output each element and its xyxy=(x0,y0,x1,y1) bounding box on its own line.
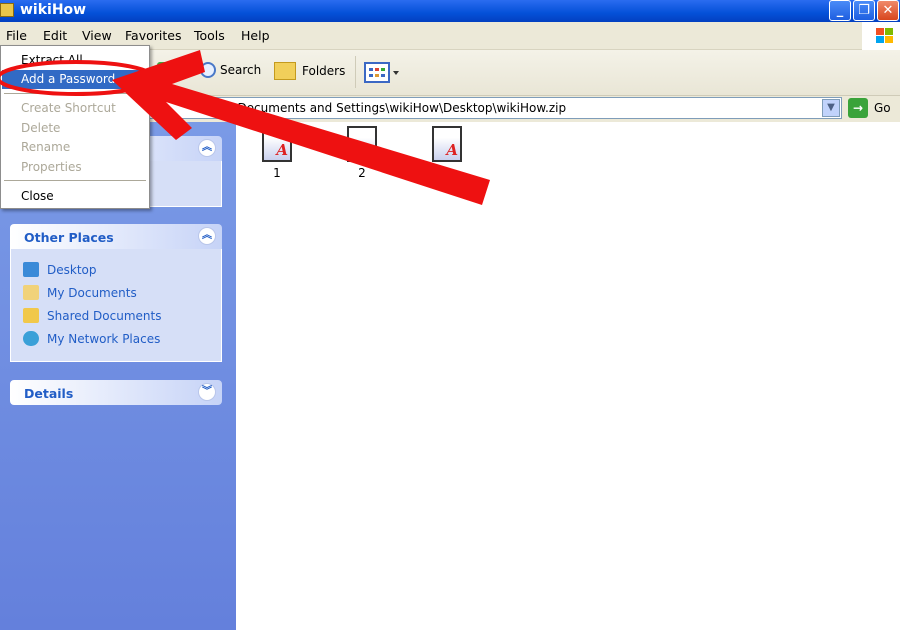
text-document-icon: A xyxy=(432,126,462,162)
close-button[interactable]: ✕ xyxy=(877,0,899,21)
other-places-body: Desktop My Documents Shared Documents My… xyxy=(10,249,222,362)
other-places-title: Other Places xyxy=(24,230,114,245)
folders-button[interactable]: Folders xyxy=(274,62,345,80)
details-header[interactable]: Details ︾ xyxy=(10,380,222,405)
text-document-icon: A xyxy=(262,126,292,162)
folders-label: Folders xyxy=(302,64,346,78)
menu-item-properties: Properties xyxy=(21,160,82,174)
other-places-header[interactable]: Other Places ︽ xyxy=(10,224,222,249)
toolbar-divider xyxy=(355,56,356,88)
menu-item-extract-all[interactable]: Extract All... xyxy=(2,51,148,70)
desktop-icon xyxy=(23,262,39,277)
place-label: Desktop xyxy=(47,263,97,277)
file-item[interactable]: A3 xyxy=(429,126,465,180)
restore-button[interactable]: ❐ xyxy=(853,0,875,21)
place-label: My Network Places xyxy=(47,332,161,346)
menu-item-rename: Rename xyxy=(21,140,71,154)
shared-folder-icon xyxy=(23,308,39,323)
file-label: 2 xyxy=(358,166,366,180)
file-menu-dropdown: Extract All... Add a Password... Create … xyxy=(0,45,150,209)
go-label: Go xyxy=(874,101,891,115)
menu-separator xyxy=(4,93,146,94)
title-bar: wikiHow _ ❐ ✕ xyxy=(0,0,900,22)
file-label: 1 xyxy=(273,166,281,180)
menu-view[interactable]: View xyxy=(82,28,112,43)
place-network[interactable]: My Network Places xyxy=(23,331,160,346)
minimize-button[interactable]: _ xyxy=(829,0,851,21)
menu-edit[interactable]: Edit xyxy=(43,28,67,43)
file-label: 3 xyxy=(443,166,451,180)
menu-item-create-shortcut: Create Shortcut xyxy=(21,101,116,115)
details-title: Details xyxy=(24,386,74,401)
file-item[interactable]: A2 xyxy=(344,126,380,180)
address-input[interactable]: C:\Documents and Settings\wikiHow\Deskto… xyxy=(140,97,842,119)
place-desktop[interactable]: Desktop xyxy=(23,262,97,277)
place-shared-documents[interactable]: Shared Documents xyxy=(23,308,161,323)
menu-item-close[interactable]: Close xyxy=(2,187,148,206)
folder-zip-icon xyxy=(0,3,14,17)
menu-tools[interactable]: Tools xyxy=(194,28,225,43)
search-label: Search xyxy=(220,63,262,77)
search-icon xyxy=(200,62,216,78)
my-documents-icon xyxy=(23,285,39,300)
menu-item-add-password[interactable]: Add a Password... xyxy=(2,70,148,89)
collapse-icon[interactable]: ︽ xyxy=(198,139,216,157)
address-dropdown-button[interactable]: ▼ xyxy=(822,99,840,117)
place-label: My Documents xyxy=(47,286,137,300)
window-title: wikiHow xyxy=(20,2,87,18)
menu-favorites[interactable]: Favorites xyxy=(125,28,181,43)
search-button[interactable]: Search xyxy=(200,62,261,78)
menu-file[interactable]: File xyxy=(6,28,27,43)
views-icon xyxy=(364,62,399,83)
menu-separator xyxy=(4,180,146,181)
collapse-icon[interactable]: ︽ xyxy=(198,227,216,245)
views-button[interactable] xyxy=(364,62,400,84)
go-button[interactable]: → Go xyxy=(848,98,891,118)
file-item[interactable]: A1 xyxy=(259,126,295,180)
network-icon xyxy=(23,331,39,346)
up-folder-icon[interactable] xyxy=(157,62,175,80)
go-arrow-icon: → xyxy=(848,98,868,118)
place-my-documents[interactable]: My Documents xyxy=(23,285,137,300)
folder-icon xyxy=(274,62,296,80)
menu-item-delete: Delete xyxy=(21,121,61,135)
menu-help[interactable]: Help xyxy=(241,28,270,43)
place-label: Shared Documents xyxy=(47,309,162,323)
text-document-icon: A xyxy=(347,126,377,162)
expand-icon[interactable]: ︾ xyxy=(198,383,216,401)
windows-logo-icon xyxy=(862,22,900,50)
